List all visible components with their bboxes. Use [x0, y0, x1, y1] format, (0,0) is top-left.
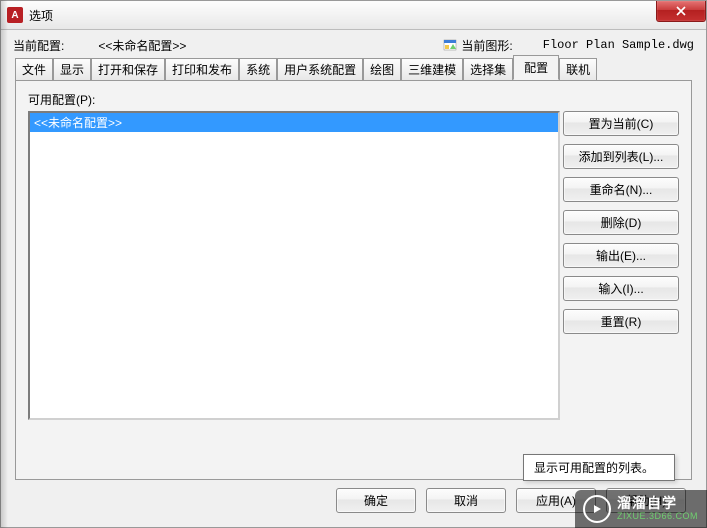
- tooltip: 显示可用配置的列表。: [523, 454, 675, 481]
- reset-button[interactable]: 重置(R): [563, 309, 679, 334]
- tab-selection[interactable]: 选择集: [463, 58, 513, 81]
- window-title: 选项: [29, 7, 53, 24]
- close-button[interactable]: [656, 1, 706, 22]
- options-dialog: A 选项 当前配置: <<未命名配置>> 当前图形: Floor Plan Sa…: [0, 0, 707, 528]
- delete-button[interactable]: 删除(D): [563, 210, 679, 235]
- tab-drafting[interactable]: 绘图: [363, 58, 401, 81]
- tab-online[interactable]: 联机: [559, 58, 597, 81]
- ok-button[interactable]: 确定: [336, 488, 416, 513]
- tab-user-prefs[interactable]: 用户系统配置: [277, 58, 363, 81]
- add-to-list-button[interactable]: 添加到列表(L)...: [563, 144, 679, 169]
- titlebar: A 选项: [1, 1, 706, 30]
- watermark-en: ZIXUE.3D66.COM: [617, 512, 698, 522]
- import-button[interactable]: 输入(I)...: [563, 276, 679, 301]
- current-drawing-label: 当前图形:: [461, 37, 512, 54]
- tab-print-publish[interactable]: 打印和发布: [165, 58, 239, 81]
- profile-action-buttons: 置为当前(C) 添加到列表(L)... 重命名(N)... 删除(D) 输出(E…: [563, 111, 679, 334]
- tab-panel-profiles: 可用配置(P): <<未命名配置>> 置为当前(C) 添加到列表(L)... 重…: [15, 80, 692, 480]
- info-row: 当前配置: <<未命名配置>> 当前图形: Floor Plan Sample.…: [1, 30, 706, 58]
- current-profile-value: <<未命名配置>>: [98, 37, 186, 54]
- list-item[interactable]: <<未命名配置>>: [30, 113, 558, 132]
- close-icon: [676, 6, 686, 16]
- available-profiles-listbox[interactable]: <<未命名配置>>: [28, 111, 560, 420]
- current-profile-label: 当前配置:: [13, 37, 64, 54]
- tab-file[interactable]: 文件: [15, 58, 53, 81]
- tab-profiles[interactable]: 配置: [513, 55, 559, 80]
- drawing-icon: [443, 38, 457, 52]
- play-icon: [583, 495, 611, 523]
- watermark: 溜溜自学 ZIXUE.3D66.COM: [575, 490, 707, 528]
- current-drawing-value: Floor Plan Sample.dwg: [543, 38, 694, 52]
- set-current-button[interactable]: 置为当前(C): [563, 111, 679, 136]
- available-profiles-label: 可用配置(P):: [28, 91, 679, 108]
- tab-display[interactable]: 显示: [53, 58, 91, 81]
- watermark-cn: 溜溜自学: [617, 496, 698, 511]
- tab-open-save[interactable]: 打开和保存: [91, 58, 165, 81]
- app-icon: A: [7, 7, 23, 23]
- tab-3d-modeling[interactable]: 三维建模: [401, 58, 463, 81]
- rename-button[interactable]: 重命名(N)...: [563, 177, 679, 202]
- export-button[interactable]: 输出(E)...: [563, 243, 679, 268]
- cancel-button[interactable]: 取消: [426, 488, 506, 513]
- tabs: 文件 显示 打开和保存 打印和发布 系统 用户系统配置 绘图 三维建模 选择集 …: [15, 58, 692, 80]
- tab-system[interactable]: 系统: [239, 58, 277, 81]
